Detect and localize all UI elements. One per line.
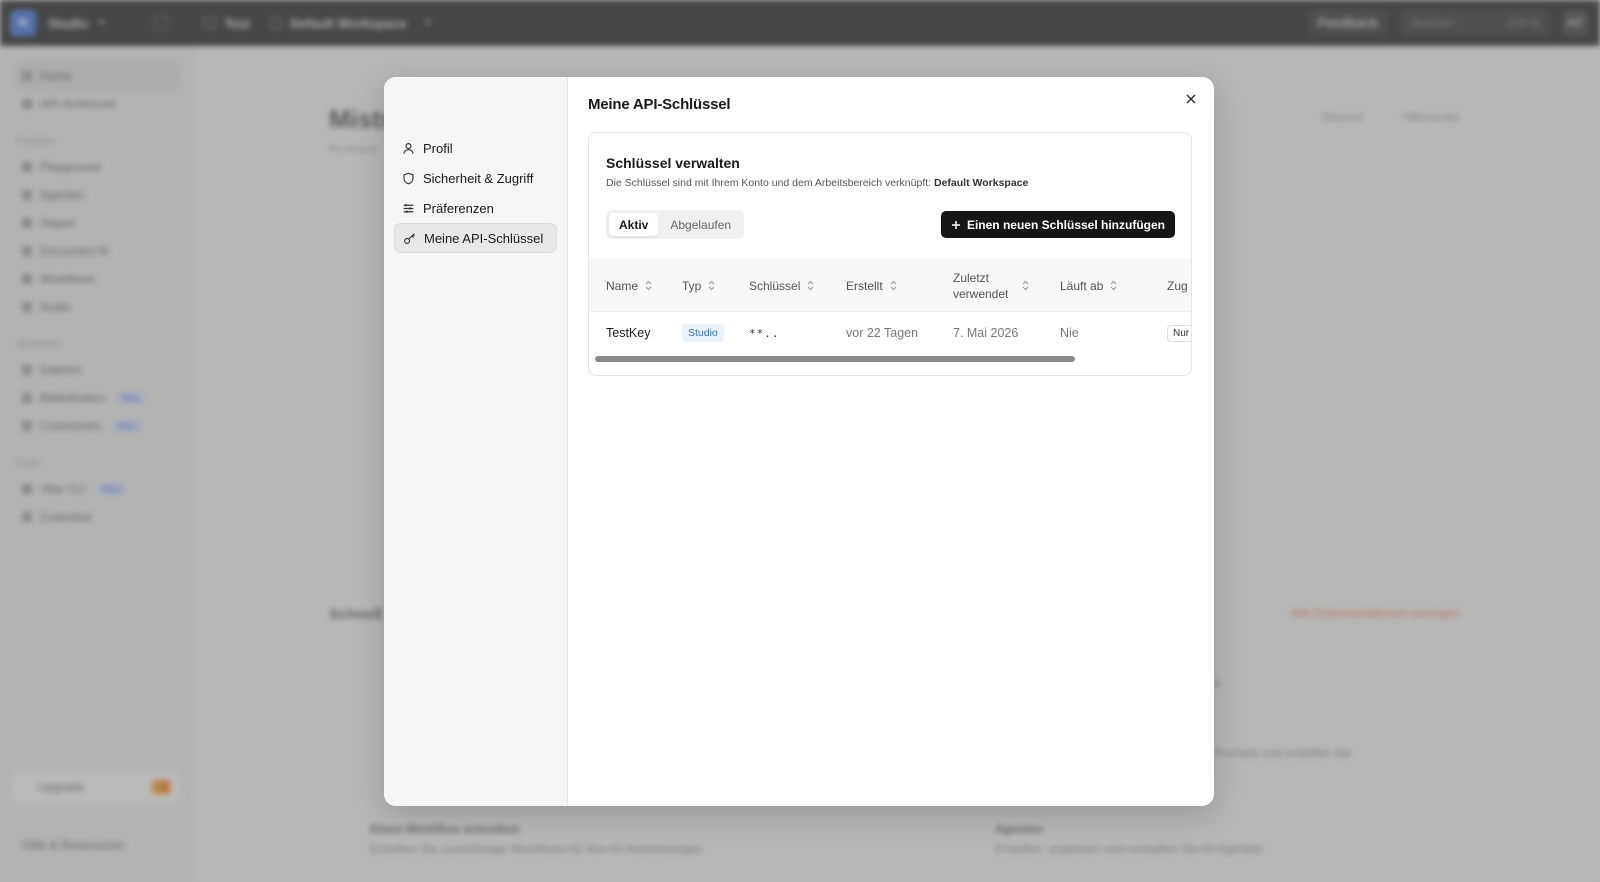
sort-icon xyxy=(645,280,652,291)
column-label: Zug xyxy=(1167,278,1188,293)
add-key-label: Einen neuen Schlüssel hinzufügen xyxy=(966,217,1165,232)
keys-tabs: Aktiv Abgelaufen xyxy=(606,210,745,239)
column-header-created[interactable]: Erstellt xyxy=(846,259,897,312)
user-icon xyxy=(403,142,414,154)
keys-card: Schlüssel verwalten Die Schlüssel sind m… xyxy=(588,132,1192,376)
settings-nav: Profil Sicherheit & Zugriff Präferenzen … xyxy=(384,77,568,806)
column-label: Schlüssel xyxy=(749,278,801,293)
column-header-access[interactable]: Zug xyxy=(1167,259,1188,312)
key-icon xyxy=(404,232,415,244)
nav-item-preferences[interactable]: Präferenzen xyxy=(394,193,557,223)
keys-card-workspace: Default Workspace xyxy=(934,177,1029,189)
nav-item-security[interactable]: Sicherheit & Zugriff xyxy=(394,163,557,193)
sort-icon xyxy=(1110,280,1117,291)
column-label: Erstellt xyxy=(846,278,883,293)
nav-item-label: Präferenzen xyxy=(423,200,494,216)
column-label: Läuft ab xyxy=(1060,278,1104,293)
add-key-button[interactable]: Einen neuen Schlüssel hinzufügen xyxy=(940,211,1175,238)
column-header-last-used[interactable]: Zuletzt verwendet xyxy=(953,259,1033,312)
cell-created: vor 22 Tagen xyxy=(846,326,919,340)
column-label: Zuletzt verwendet xyxy=(953,270,1009,301)
keys-card-description: Die Schlüssel sind mit Ihrem Konto und d… xyxy=(606,177,1028,189)
horizontal-scrollbar[interactable] xyxy=(589,354,1191,364)
cell-access: Nur xyxy=(1167,312,1191,354)
cell-key: **.. xyxy=(749,326,780,340)
sort-icon xyxy=(807,280,814,291)
table-header: Name Typ Schlüssel Erstellt Zuletzt verw… xyxy=(589,259,1191,312)
sliders-icon xyxy=(403,203,414,213)
tab-active[interactable]: Aktiv xyxy=(609,213,659,236)
sort-icon xyxy=(708,280,715,291)
column-header-type[interactable]: Typ xyxy=(682,259,715,312)
column-header-expires[interactable]: Läuft ab xyxy=(1060,259,1117,312)
cell-name: TestKey xyxy=(606,326,651,340)
settings-modal: Profil Sicherheit & Zugriff Präferenzen … xyxy=(384,77,1214,806)
modal-title: Meine API-Schlüssel xyxy=(588,96,731,113)
nav-item-api-keys[interactable]: Meine API-Schlüssel xyxy=(394,223,557,253)
close-button[interactable] xyxy=(1182,90,1200,108)
keys-table: Name Typ Schlüssel Erstellt Zuletzt verw… xyxy=(589,259,1191,355)
access-badge: Nur xyxy=(1167,324,1191,342)
nav-item-profile[interactable]: Profil xyxy=(394,133,557,163)
column-label: Typ xyxy=(682,278,702,293)
keys-card-title: Schlüssel verwalten xyxy=(606,155,740,171)
scrollbar-thumb[interactable] xyxy=(595,356,1075,362)
column-label: Name xyxy=(606,278,639,293)
tab-expired[interactable]: Abgelaufen xyxy=(660,213,741,236)
column-header-key[interactable]: Schlüssel xyxy=(749,259,814,312)
cell-type: Studio xyxy=(682,312,724,354)
type-badge: Studio xyxy=(682,324,724,342)
nav-item-label: Meine API-Schlüssel xyxy=(424,230,544,246)
sort-icon xyxy=(890,280,897,291)
close-icon xyxy=(1186,94,1196,104)
column-header-name[interactable]: Name xyxy=(606,259,652,312)
keys-card-desc-text: Die Schlüssel sind mit Ihrem Konto und d… xyxy=(606,177,932,189)
table-row[interactable]: TestKey Studio **.. vor 22 Tagen 7. Mai … xyxy=(589,312,1191,354)
nav-item-label: Sicherheit & Zugriff xyxy=(423,170,534,186)
plus-icon xyxy=(951,220,960,229)
sort-icon xyxy=(1022,280,1029,291)
nav-item-label: Profil xyxy=(423,140,453,156)
cell-last-used: 7. Mai 2026 xyxy=(953,326,1019,340)
shield-icon xyxy=(403,172,414,184)
cell-expires: Nie xyxy=(1060,326,1079,340)
modal-body: Meine API-Schlüssel Schlüssel verwalten … xyxy=(568,77,1214,806)
